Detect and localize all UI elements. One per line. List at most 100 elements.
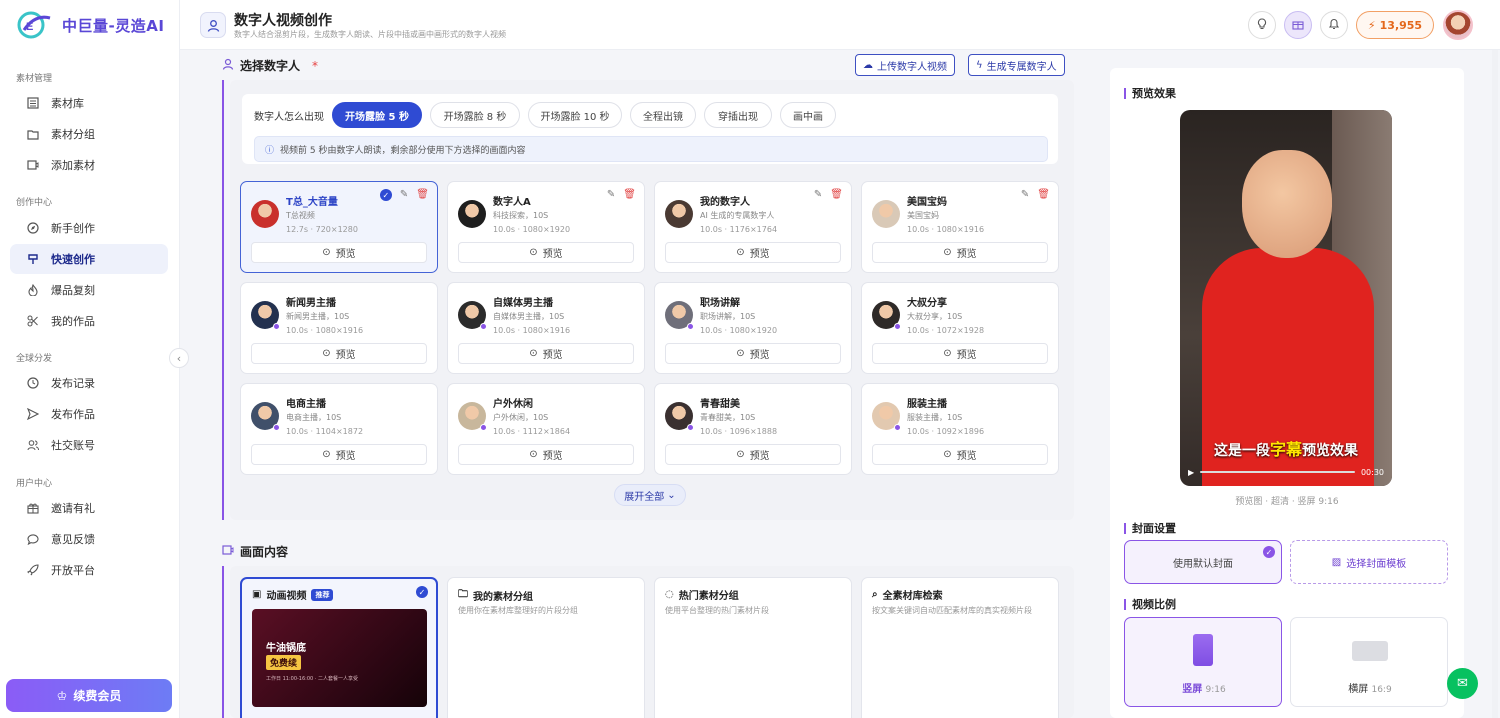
avatar-card[interactable]: 数字人A 科技探索，10S 10.0s · 1080×1920 ⊙ 预览 ✎ 🗑 <box>447 181 645 273</box>
edit-icon[interactable]: ✎ <box>607 189 615 200</box>
sidebar-item-publish-records[interactable]: 发布记录 <box>10 368 168 398</box>
sidebar-item-quick-create[interactable]: 快速创作 <box>10 244 168 274</box>
avatar-card[interactable]: 户外休闲 户外休闲，10S 10.0s · 1112×1864 ⊙ 预览 <box>447 383 645 475</box>
chip-intro-8s[interactable]: 开场露脸 8 秒 <box>430 102 520 128</box>
delete-icon[interactable]: 🗑 <box>416 189 429 201</box>
avatar-preview-button[interactable]: ⊙ 预览 <box>872 343 1048 364</box>
tips-button[interactable] <box>1248 11 1276 39</box>
title-accent-bar <box>1124 87 1126 99</box>
avatar-preview-button[interactable]: ⊙ 预览 <box>665 444 841 465</box>
avatar-preview-button[interactable]: ⊙ 预览 <box>872 242 1048 263</box>
portrait-shape-icon <box>1193 634 1213 666</box>
generate-avatar-button[interactable]: ϟ 生成专属数字人 <box>968 54 1065 76</box>
content-card-hot-groups[interactable]: ◌ 热门素材分组 使用平台整理的热门素材片段 <box>654 577 852 718</box>
edit-icon[interactable]: ✎ <box>814 189 822 200</box>
sidebar-item-social-accounts[interactable]: 社交账号 <box>10 430 168 460</box>
sidebar-item-label: 新手创作 <box>51 222 95 235</box>
sidebar-item-add-asset[interactable]: 添加素材 <box>10 150 168 180</box>
avatar-card[interactable]: T总_大音量 T总视频 12.7s · 720×1280 ⊙ 预览 ✓ ✎ 🗑 <box>240 181 438 273</box>
ratio-portrait-option[interactable]: 竖屏 9:16 <box>1124 617 1282 707</box>
renew-vip-button[interactable]: ♔ 续费会员 <box>6 679 172 712</box>
sidebar-item-replicate[interactable]: 爆品复刻 <box>10 275 168 305</box>
status-dot <box>273 323 280 330</box>
avatar-thumbnail <box>458 200 486 228</box>
content-card-search-library[interactable]: ⌕ 全素材库检索 按文案关键词自动匹配素材库的真实视频片段 <box>861 577 1059 718</box>
section-accent-bar <box>222 80 224 520</box>
chip-intro-5s[interactable]: 开场露脸 5 秒 <box>332 102 422 128</box>
upload-avatar-video-button[interactable]: ☁ 上传数字人视频 <box>855 54 955 76</box>
ratio-title: 视频比例 <box>1124 596 1176 612</box>
title-accent-bar <box>1124 598 1126 610</box>
delete-icon[interactable]: 🗑 <box>1037 189 1050 200</box>
avatar-preview-button[interactable]: ⊙ 预览 <box>458 343 634 364</box>
avatar-desc: 职场讲解，10S <box>700 312 756 321</box>
status-dot <box>480 323 487 330</box>
page-scrollbar[interactable] <box>1492 50 1498 718</box>
brand-logo[interactable]: E 中巨量-灵造AI <box>16 10 164 40</box>
landscape-ratio: 16:9 <box>1371 685 1392 695</box>
avatar-card[interactable]: 职场讲解 职场讲解，10S 10.0s · 1080×1920 ⊙ 预览 <box>654 282 852 374</box>
delete-icon[interactable]: 🗑 <box>830 189 843 200</box>
content-card-animation[interactable]: ▣ 动画视频 推荐 ✓ 牛油锅底 免费续 工作日 11:00-16:00 · 二人套… <box>240 577 438 718</box>
avatar-card[interactable]: 大叔分享 大叔分享，10S 10.0s · 1072×1928 ⊙ 预览 <box>861 282 1059 374</box>
preview-label: 预览 <box>542 350 563 361</box>
brush-icon <box>26 253 39 266</box>
expand-all-button[interactable]: 展开全部 ⌄ <box>614 484 686 506</box>
sidebar-item-my-works[interactable]: 我的作品 <box>10 306 168 336</box>
delete-icon[interactable]: 🗑 <box>623 189 636 200</box>
sidebar-item-groups[interactable]: 素材分组 <box>10 119 168 149</box>
avatar-card[interactable]: 我的数字人 AI 生成的专属数字人 10.0s · 1176×1764 ⊙ 预览 ✎ 🗑 <box>654 181 852 273</box>
avatar-preview-button[interactable]: ⊙ 预览 <box>872 444 1048 465</box>
avatar-name: 美国宝妈 <box>907 197 947 208</box>
required-mark: * <box>312 58 319 73</box>
credits-badge[interactable]: ⚡ 13,955 <box>1356 11 1434 39</box>
check-icon: ✓ <box>416 586 428 598</box>
notifications-button[interactable] <box>1320 11 1348 39</box>
play-circle-icon: ⊙ <box>322 449 331 460</box>
avatar-card[interactable]: 新闻男主播 新闻男主播，10S 10.0s · 1080×1916 ⊙ 预览 <box>240 282 438 374</box>
avatar-preview-button[interactable]: ⊙ 预览 <box>665 343 841 364</box>
avatar-card[interactable]: 自媒体男主播 自媒体男主播，10S 10.0s · 1080×1916 ⊙ 预览 <box>447 282 645 374</box>
avatar-preview-button[interactable]: ⊙ 预览 <box>665 242 841 263</box>
ratio-landscape-option[interactable]: 横屏 16:9 <box>1290 617 1448 707</box>
page-subtitle: 数字人结合混剪片段，生成数字人朗读、片段中插或画中画形式的数字人视频 <box>234 30 506 39</box>
avatar-meta: 10.0s · 1080×1920 <box>700 326 778 335</box>
wechat-support-button[interactable]: ✉ <box>1447 668 1478 699</box>
avatar-preview-button[interactable]: ⊙ 预览 <box>251 242 427 263</box>
play-icon[interactable]: ▶ <box>1188 468 1194 477</box>
sidebar-collapse-button[interactable]: ‹ <box>169 348 189 368</box>
sidebar-item-open-platform[interactable]: 开放平台 <box>10 555 168 585</box>
avatar-card[interactable]: 青春甜美 青春甜美，10S 10.0s · 1096×1888 ⊙ 预览 <box>654 383 852 475</box>
cover-default-option[interactable]: 使用默认封面 ✓ <box>1124 540 1282 584</box>
sidebar-item-label: 素材分组 <box>51 128 95 141</box>
avatar-preview-button[interactable]: ⊙ 预览 <box>458 444 634 465</box>
card-title: 动画视频 <box>266 591 307 602</box>
avatar-card[interactable]: 电商主播 电商主播，10S 10.0s · 1104×1872 ⊙ 预览 <box>240 383 438 475</box>
gift-button[interactable] <box>1284 11 1312 39</box>
content-card-my-groups[interactable]: 🗀 我的素材分组 使用你在素材库整理好的片段分组 <box>447 577 645 718</box>
search-icon: ⌕ <box>872 589 878 600</box>
sidebar-item-feedback[interactable]: 意见反馈 <box>10 524 168 554</box>
chip-full[interactable]: 全程出镜 <box>630 102 696 128</box>
avatar-preview-button[interactable]: ⊙ 预览 <box>251 343 427 364</box>
avatar-card[interactable]: 服装主播 服装主播，10S 10.0s · 1092×1896 ⊙ 预览 <box>861 383 1059 475</box>
edit-icon[interactable]: ✎ <box>400 189 408 201</box>
avatar-card[interactable]: 美国宝妈 美国宝妈 10.0s · 1080×1916 ⊙ 预览 ✎ 🗑 <box>861 181 1059 273</box>
user-avatar[interactable] <box>1443 10 1473 40</box>
sidebar-item-publish-works[interactable]: 发布作品 <box>10 399 168 429</box>
chip-pip[interactable]: 画中画 <box>780 102 836 128</box>
video-progress-track[interactable] <box>1200 471 1355 473</box>
edit-icon[interactable]: ✎ <box>1021 189 1029 200</box>
cover-template-option[interactable]: ▨ 选择封面模板 <box>1290 540 1448 584</box>
sidebar-item-beginner[interactable]: 新手创作 <box>10 213 168 243</box>
chip-interleave[interactable]: 穿插出现 <box>704 102 772 128</box>
sidebar-item-label: 邀请有礼 <box>51 502 95 515</box>
wechat-icon: ✉ <box>1457 676 1468 691</box>
sidebar-item-invite[interactable]: 邀请有礼 <box>10 493 168 523</box>
video-preview[interactable]: 这是一段字幕预览效果 ▶ 00:30 <box>1180 110 1392 486</box>
sidebar-item-label: 发布作品 <box>51 408 95 421</box>
avatar-preview-button[interactable]: ⊙ 预览 <box>251 444 427 465</box>
sidebar-item-library[interactable]: 素材库 <box>10 88 168 118</box>
avatar-preview-button[interactable]: ⊙ 预览 <box>458 242 634 263</box>
chip-intro-10s[interactable]: 开场露脸 10 秒 <box>528 102 622 128</box>
